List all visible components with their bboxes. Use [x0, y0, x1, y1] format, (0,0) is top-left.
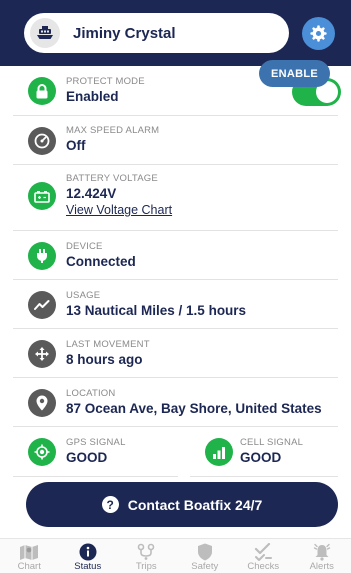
max-speed-label: MAX SPEED ALARM	[66, 125, 160, 136]
signal-row: GPS SIGNAL GOOD CELL SIGNAL GOOD	[13, 427, 338, 477]
signal-bars-icon	[205, 438, 233, 466]
help-icon: ?	[101, 496, 119, 513]
tab-chart[interactable]: Chart	[0, 539, 59, 573]
contact-boatfix-label: Contact Boatfix 24/7	[127, 496, 263, 513]
device-row: DEVICE Connected	[13, 231, 338, 280]
tab-checks-label: Checks	[247, 561, 280, 572]
tab-status-label: Status	[74, 561, 102, 572]
battery-voltage-value: 12.424V	[66, 186, 117, 201]
trend-icon	[28, 291, 56, 319]
protect-mode-value: Enabled	[66, 89, 119, 104]
settings-button[interactable]	[302, 17, 335, 50]
gear-icon	[310, 25, 327, 42]
gps-target-icon	[28, 438, 56, 466]
checklist-icon	[253, 543, 273, 561]
boat-icon	[30, 18, 60, 48]
enable-speed-alarm-button[interactable]: ENABLE	[259, 60, 330, 87]
status-list: PROTECT MODE Enabled MAX SPEED ALARM Off	[13, 66, 341, 477]
usage-label: USAGE	[66, 290, 101, 301]
tab-trips-label: Trips	[135, 561, 157, 572]
battery-voltage-label: BATTERY VOLTAGE	[66, 173, 158, 184]
max-speed-alarm-row: MAX SPEED ALARM Off	[13, 116, 338, 165]
lock-icon	[28, 77, 56, 105]
boat-selector[interactable]: Jiminy Crystal	[24, 13, 289, 53]
move-arrows-icon	[28, 340, 56, 368]
map-icon	[19, 543, 39, 561]
tab-safety-label: Safety	[191, 561, 219, 572]
bottom-tab-bar: Chart Status Trips Safety Checks Alerts	[0, 538, 351, 573]
protect-mode-label: PROTECT MODE	[66, 76, 145, 87]
location-value: 87 Ocean Ave, Bay Shore, United States	[66, 401, 322, 416]
boat-name: Jiminy Crystal	[73, 24, 176, 42]
last-movement-value: 8 hours ago	[66, 352, 143, 367]
usage-row: USAGE 13 Nautical Miles / 1.5 hours	[13, 280, 338, 329]
plug-icon	[28, 242, 56, 270]
location-label: LOCATION	[66, 388, 116, 399]
battery-voltage-row: BATTERY VOLTAGE 12.424V View Voltage Cha…	[13, 165, 338, 231]
view-voltage-chart-link[interactable]: View Voltage Chart	[66, 202, 172, 218]
speedometer-icon	[28, 127, 56, 155]
tab-status[interactable]: Status	[59, 539, 118, 573]
bell-icon	[312, 543, 332, 561]
device-value: Connected	[66, 254, 136, 269]
last-movement-row: LAST MOVEMENT 8 hours ago	[13, 329, 338, 378]
gps-signal-cell: GPS SIGNAL GOOD	[13, 427, 178, 477]
route-icon	[136, 543, 156, 561]
gps-signal-label: GPS SIGNAL	[66, 437, 126, 448]
cell-signal-label: CELL SIGNAL	[240, 437, 304, 448]
tab-chart-label: Chart	[17, 561, 41, 572]
tab-trips[interactable]: Trips	[117, 539, 176, 573]
tab-safety[interactable]: Safety	[176, 539, 235, 573]
max-speed-value: Off	[66, 138, 86, 153]
tab-alerts[interactable]: Alerts	[293, 539, 351, 573]
tab-checks[interactable]: Checks	[234, 539, 293, 573]
cell-signal-cell: CELL SIGNAL GOOD	[190, 427, 338, 477]
usage-value: 13 Nautical Miles / 1.5 hours	[66, 303, 247, 318]
gps-signal-value: GOOD	[66, 450, 108, 465]
last-movement-label: LAST MOVEMENT	[66, 339, 150, 350]
contact-boatfix-button[interactable]: ? Contact Boatfix 24/7	[26, 482, 338, 527]
cell-signal-value: GOOD	[240, 450, 282, 465]
battery-icon	[28, 182, 56, 210]
tab-alerts-label: Alerts	[309, 561, 334, 572]
device-label: DEVICE	[66, 241, 103, 252]
location-row: LOCATION 87 Ocean Ave, Bay Shore, United…	[13, 378, 338, 427]
shield-icon	[195, 543, 215, 561]
info-icon	[78, 543, 98, 561]
location-pin-icon	[28, 389, 56, 417]
app-header: Jiminy Crystal	[0, 0, 351, 66]
